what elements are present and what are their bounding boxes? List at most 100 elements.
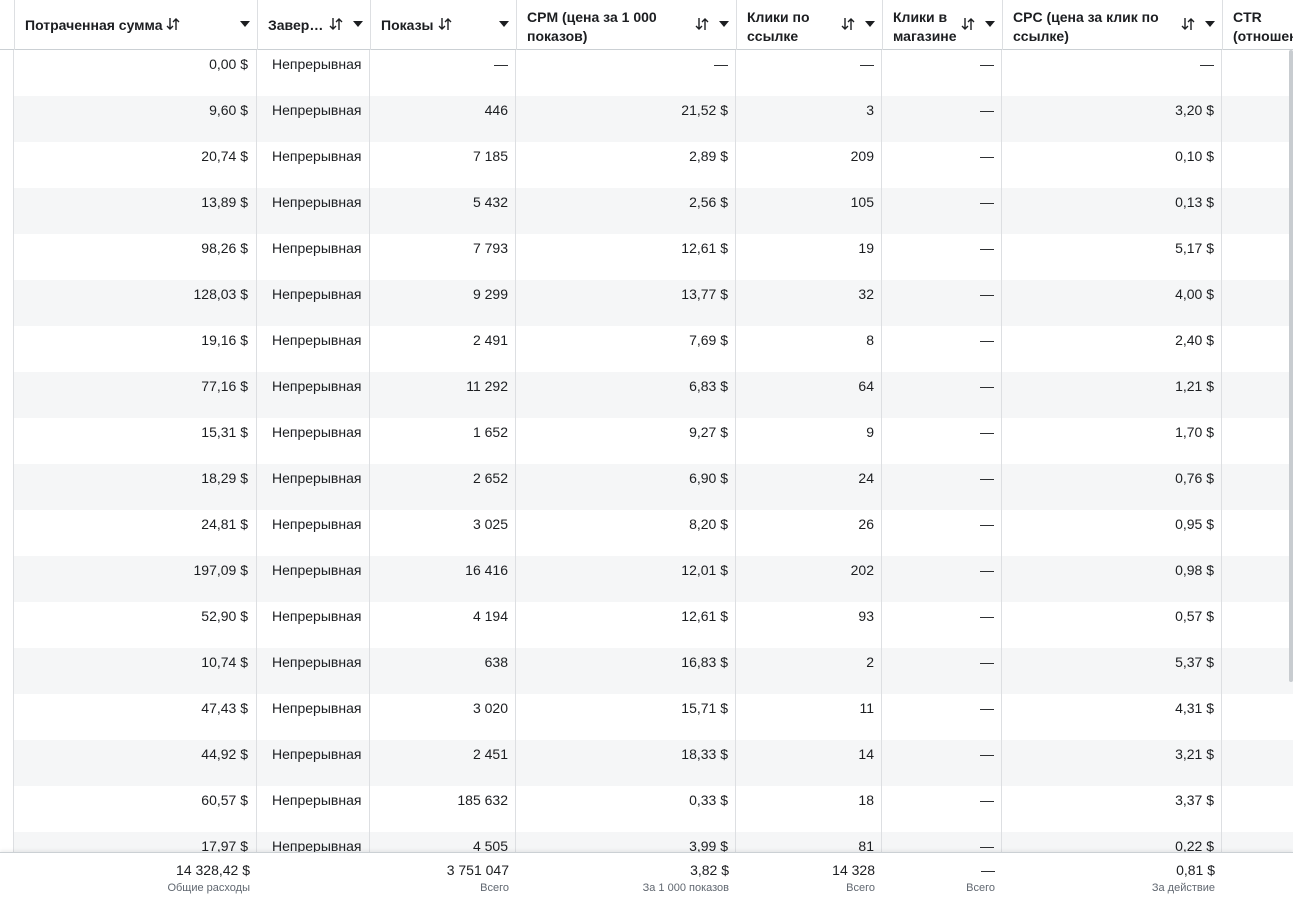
total-value: — (981, 862, 995, 878)
cell-end: Непрерывная (272, 470, 362, 486)
table-row[interactable]: 20,74 $ Непрерывная 7 185 2,89 $ 209 — 0,10 $ (14, 142, 1293, 188)
cell-cpc: 0,95 $ (1175, 516, 1214, 532)
table-row[interactable]: 9,60 $ Непрерывная 446 21,52 $ 3 — 3,20 $ (14, 96, 1293, 142)
caret-down-icon[interactable] (719, 21, 729, 27)
cell-spent: 60,57 $ (201, 792, 248, 808)
table-row[interactable]: 128,03 $ Непрерывная 9 299 13,77 $ 32 — 4,00 $ (14, 280, 1293, 326)
cell-cpc: 5,17 $ (1175, 240, 1214, 256)
column-header-link-clicks[interactable]: Клики по ссылке (736, 0, 882, 50)
table-row[interactable]: 60,57 $ Непрерывная 185 632 0,33 $ 18 — 3,37 $ (14, 786, 1293, 832)
vertical-scrollbar[interactable] (1289, 50, 1293, 682)
cell-cpc: 0,22 $ (1175, 838, 1214, 852)
caret-down-icon[interactable] (240, 21, 250, 27)
sort-arrows-icon[interactable] (166, 16, 180, 32)
table-footer-totals: 14 328,42 $ Общие расходы 3 751 047 Всег… (0, 852, 1293, 919)
table-body: 0,00 $ Непрерывная — — — — —9,60 $ Непрерывная 4… (14, 50, 1293, 852)
cell-cpm: 7,69 $ (689, 332, 728, 348)
table-row[interactable]: 44,92 $ Непрерывная 2 451 18,33 $ 14 — 3,21 $ (14, 740, 1293, 786)
column-header-cpc[interactable]: CPC (цена за клик по ссылке) (1002, 0, 1222, 50)
cell-spent: 44,92 $ (201, 746, 248, 762)
caret-down-icon[interactable] (499, 21, 509, 27)
cell-end: Непрерывная (272, 700, 362, 716)
cell-cpm: 15,71 $ (681, 700, 728, 716)
cell-end: Непрерывная (272, 378, 362, 394)
cell-cpc: 5,37 $ (1175, 654, 1214, 670)
ads-report-table: Потраченная сумма Завер… Показы CPM (цен… (0, 0, 1293, 919)
total-label: Всего (966, 882, 995, 894)
cell-impressions: 4 194 (472, 608, 508, 624)
caret-down-icon[interactable] (985, 21, 995, 27)
cell-end: Непрерывная (272, 516, 362, 532)
total-link-clicks: 14 328 Всего (736, 853, 882, 919)
caret-down-icon[interactable] (1205, 21, 1215, 27)
cell-cpm: 13,77 $ (681, 286, 728, 302)
total-value: 14 328 (832, 862, 875, 878)
total-impressions: 3 751 047 Всего (370, 853, 516, 919)
column-header-ctr[interactable]: CTR (отношен (1222, 0, 1293, 50)
total-value: 3 751 047 (446, 862, 509, 878)
table-row[interactable]: 19,16 $ Непрерывная 2 491 7,69 $ 8 — 2,40 $ (14, 326, 1293, 372)
cell-spent: 20,74 $ (201, 148, 248, 164)
column-header-impressions[interactable]: Показы (370, 0, 516, 50)
column-title: CPM (цена за 1 000 показов) (527, 9, 657, 44)
column-title: CPC (цена за клик по ссылке) (1013, 9, 1159, 44)
cell-impressions: 16 416 (465, 562, 508, 578)
cell-spent: 77,16 $ (201, 378, 248, 394)
cell-link-clicks: 32 (858, 286, 874, 302)
column-header-end[interactable]: Завер… (257, 0, 370, 50)
cell-shop-clicks: — (980, 194, 994, 210)
sort-arrows-icon[interactable] (329, 16, 343, 32)
table-row[interactable]: 47,43 $ Непрерывная 3 020 15,71 $ 11 — 4,31 $ (14, 694, 1293, 740)
cell-end: Непрерывная (272, 792, 362, 808)
total-value: 3,82 $ (690, 862, 729, 878)
cell-spent: 19,16 $ (201, 332, 248, 348)
table-row[interactable]: 52,90 $ Непрерывная 4 194 12,61 $ 93 — 0,57 $ (14, 602, 1293, 648)
cell-cpm: 0,33 $ (689, 792, 728, 808)
column-header-shop-clicks[interactable]: Клики в магазине (882, 0, 1002, 50)
table-row[interactable]: 17,97 $ Непрерывная 4 505 3,99 $ 81 — 0,22 $ (14, 832, 1293, 852)
table-row[interactable]: 24,81 $ Непрерывная 3 025 8,20 $ 26 — 0,95 $ (14, 510, 1293, 556)
cell-link-clicks: 9 (866, 424, 874, 440)
table-row[interactable]: 77,16 $ Непрерывная 11 292 6,83 $ 64 — 1,21 $ (14, 372, 1293, 418)
cell-end: Непрерывная (272, 424, 362, 440)
cell-link-clicks: 11 (859, 700, 874, 716)
table-row[interactable]: 197,09 $ Непрерывная 16 416 12,01 $ 202 — 0,98… (14, 556, 1293, 602)
cell-cpm: 21,52 $ (681, 102, 728, 118)
table-row[interactable]: 0,00 $ Непрерывная — — — — — (14, 50, 1293, 96)
total-label: За действие (1151, 882, 1215, 894)
sort-arrows-icon[interactable] (841, 16, 855, 32)
table-row[interactable]: 15,31 $ Непрерывная 1 652 9,27 $ 9 — 1,70 $ (14, 418, 1293, 464)
cell-spent: 18,29 $ (201, 470, 248, 486)
caret-down-icon[interactable] (353, 21, 363, 27)
table-row[interactable]: 13,89 $ Непрерывная 5 432 2,56 $ 105 — 0,13 $ (14, 188, 1293, 234)
column-header-spent[interactable]: Потраченная сумма (14, 0, 257, 50)
cell-spent: 47,43 $ (201, 700, 248, 716)
table-row[interactable]: 18,29 $ Непрерывная 2 652 6,90 $ 24 — 0,76 $ (14, 464, 1293, 510)
cell-end: Непрерывная (272, 240, 362, 256)
sort-arrows-icon[interactable] (961, 16, 975, 32)
cell-link-clicks: 202 (850, 562, 874, 578)
table-row[interactable]: 10,74 $ Непрерывная 638 16,83 $ 2 — 5,37 $ (14, 648, 1293, 694)
cell-cpm: 2,56 $ (689, 194, 728, 210)
sort-arrows-icon[interactable] (438, 16, 452, 32)
total-label: Всего (846, 882, 875, 894)
total-cpm: 3,82 $ За 1 000 показов (516, 853, 736, 919)
cell-link-clicks: 64 (858, 378, 874, 394)
total-spent: 14 328,42 $ Общие расходы (14, 853, 257, 919)
cell-cpm: 18,33 $ (681, 746, 728, 762)
cell-shop-clicks: — (980, 516, 994, 532)
cell-link-clicks: 19 (858, 240, 874, 256)
cell-impressions: 1 652 (472, 424, 508, 440)
cell-shop-clicks: — (980, 654, 994, 670)
cell-cpm: 6,90 $ (689, 470, 728, 486)
row-selector-strip (0, 0, 14, 919)
caret-down-icon[interactable] (865, 21, 875, 27)
sort-arrows-icon[interactable] (1181, 16, 1195, 32)
cell-cpc: 3,37 $ (1175, 792, 1214, 808)
cell-shop-clicks: — (980, 608, 994, 624)
table-header: Потраченная сумма Завер… Показы CPM (цен… (0, 0, 1293, 50)
sort-arrows-icon[interactable] (695, 16, 709, 32)
table-row[interactable]: 98,26 $ Непрерывная 7 793 12,61 $ 19 — 5,17 $ (14, 234, 1293, 280)
column-header-cpm[interactable]: CPM (цена за 1 000 показов) (516, 0, 736, 50)
cell-end: Непрерывная (272, 608, 362, 624)
